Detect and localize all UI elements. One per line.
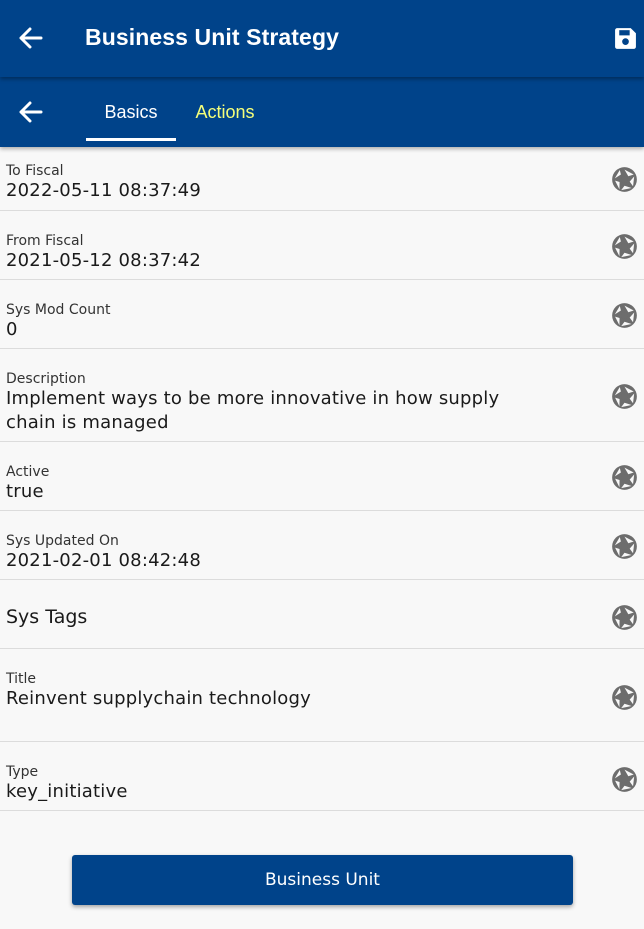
field-sys-updated-on[interactable]: Sys Updated On 2021-02-01 08:42:48	[0, 511, 644, 580]
aperture-icon[interactable]	[611, 533, 638, 560]
aperture-icon[interactable]	[611, 604, 638, 631]
active-tab-indicator	[86, 138, 176, 141]
field-title[interactable]: Title Reinvent supplychain technology	[0, 649, 644, 742]
field-value: true	[6, 481, 44, 502]
save-button[interactable]	[608, 21, 642, 55]
field-value: 2021-05-12 08:37:42	[6, 250, 201, 271]
arrow-left-icon	[19, 27, 43, 49]
app-bar: Business Unit Strategy	[0, 0, 644, 77]
aperture-icon[interactable]	[611, 302, 638, 329]
field-label: To Fiscal	[6, 163, 64, 179]
field-from-fiscal[interactable]: From Fiscal 2021-05-12 08:37:42	[0, 211, 644, 280]
page-title: Business Unit Strategy	[85, 24, 339, 50]
field-type[interactable]: Type key_initiative	[0, 742, 644, 811]
aperture-icon[interactable]	[611, 166, 638, 193]
aperture-icon[interactable]	[611, 233, 638, 260]
field-list: To Fiscal 2022-05-11 08:37:49 From Fisca…	[0, 147, 644, 811]
business-unit-button-label: Business Unit	[265, 870, 380, 890]
field-sys-mod-count[interactable]: Sys Mod Count 0	[0, 280, 644, 349]
aperture-icon[interactable]	[611, 464, 638, 491]
field-label: Sys Tags	[6, 606, 88, 628]
field-label: Sys Mod Count	[6, 302, 111, 318]
tab-basics[interactable]: Basics	[86, 77, 176, 147]
field-label: Active	[6, 464, 50, 480]
field-value: 2022-05-11 08:37:49	[6, 180, 201, 201]
field-label: From Fiscal	[6, 233, 84, 249]
field-value: Reinvent supplychain technology	[6, 688, 312, 709]
field-active[interactable]: Active true	[0, 442, 644, 511]
tab-actions[interactable]: Actions	[182, 77, 268, 147]
aperture-icon[interactable]	[611, 766, 638, 793]
field-to-fiscal[interactable]: To Fiscal 2022-05-11 08:37:49	[0, 147, 644, 211]
floppy-disk-icon	[614, 27, 636, 49]
field-label: Type	[6, 764, 39, 780]
field-label: Title	[6, 671, 37, 687]
aperture-icon[interactable]	[611, 684, 638, 711]
field-value: 0	[6, 319, 18, 340]
field-sys-tags[interactable]: Sys Tags	[0, 580, 644, 649]
field-description[interactable]: Description Implement ways to be more in…	[0, 349, 644, 442]
arrow-left-icon	[19, 101, 43, 123]
tab-back-button[interactable]	[14, 96, 48, 128]
tab-basics-label: Basics	[104, 101, 158, 122]
field-label: Description	[6, 371, 86, 387]
field-value: key_initiative	[6, 781, 128, 802]
tab-actions-label: Actions	[195, 101, 255, 122]
business-unit-button[interactable]: Business Unit	[72, 855, 573, 905]
field-value: 2021-02-01 08:42:48	[6, 550, 201, 571]
back-button[interactable]	[14, 22, 48, 54]
tab-bar: Basics Actions	[0, 77, 644, 147]
field-value: Implement ways to be more innovative in …	[6, 388, 500, 433]
field-label: Sys Updated On	[6, 533, 119, 549]
aperture-icon[interactable]	[611, 383, 638, 410]
